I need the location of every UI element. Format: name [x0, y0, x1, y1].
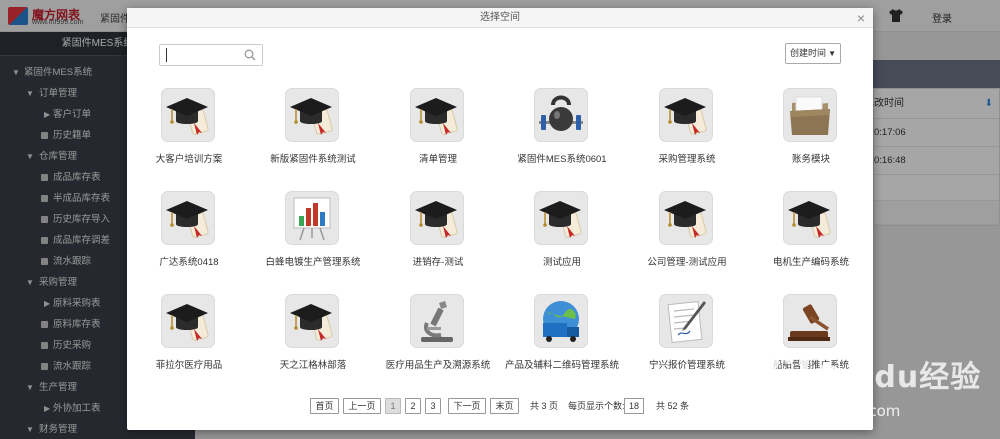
graduation-cap-icon[interactable] — [285, 88, 339, 142]
space-label[interactable]: 宁兴报价管理系统 — [619, 357, 755, 371]
space-label[interactable]: 大客户培训方案 — [121, 151, 257, 165]
per-page-input[interactable]: 18 — [624, 398, 644, 414]
dialog-title: 选择空间 — [480, 12, 520, 23]
search-input[interactable] — [166, 48, 236, 62]
close-icon[interactable]: × — [857, 8, 865, 28]
space-label[interactable]: 医疗用品生产及溯源系统 — [370, 357, 506, 371]
total-items-text: 共 52 条 — [656, 401, 690, 411]
microscope-icon[interactable] — [410, 294, 464, 348]
file-folder-icon[interactable] — [783, 88, 837, 142]
graduation-cap-icon[interactable] — [783, 191, 837, 245]
space-item[interactable]: 采购管理系统 — [625, 88, 749, 178]
space-item[interactable]: 菲拉尔医疗用品 — [127, 294, 251, 384]
space-item[interactable]: 进销存-测试 — [376, 191, 500, 281]
space-item[interactable]: 清单管理 — [376, 88, 500, 178]
first-page-button[interactable]: 首页 — [310, 398, 339, 414]
space-item[interactable]: 新版紧固件系统测试 — [251, 88, 375, 178]
graduation-cap-icon[interactable] — [659, 191, 713, 245]
space-label[interactable]: 账务模块 — [743, 151, 879, 165]
search-box — [159, 44, 263, 66]
page-1-button[interactable]: 1 — [385, 398, 401, 414]
space-label[interactable]: 进销存-测试 — [370, 254, 506, 268]
space-label[interactable]: 菲拉尔医疗用品 — [121, 357, 257, 371]
next-page-button[interactable]: 下一页 — [448, 398, 486, 414]
prev-page-button[interactable]: 上一页 — [343, 398, 381, 414]
space-label[interactable]: 白蜂电镀生产管理系统 — [245, 254, 381, 268]
globe-truck-icon[interactable] — [534, 294, 588, 348]
space-item[interactable]: 白蜂电镀生产管理系统 — [251, 191, 375, 281]
space-item[interactable]: 天之江格林部落 — [251, 294, 375, 384]
presentation-chart-icon[interactable] — [285, 191, 339, 245]
sort-select[interactable]: 创建时间 ▼ — [785, 43, 841, 64]
space-label[interactable]: 新版紧固件系统测试 — [245, 151, 381, 165]
graduation-cap-icon[interactable] — [534, 191, 588, 245]
space-item[interactable]: 产品及辅料二维码管理系统 — [500, 294, 624, 384]
space-label[interactable]: 公司管理-测试应用 — [619, 254, 755, 268]
last-page-button[interactable]: 末页 — [490, 398, 519, 414]
graduation-cap-icon[interactable] — [410, 191, 464, 245]
space-item[interactable]: 紧固件MES系统0601 — [500, 88, 624, 178]
space-item[interactable]: 广达系统0418 — [127, 191, 251, 281]
space-item[interactable]: 船舶营销推广系统 — [749, 294, 873, 384]
space-item[interactable]: 医疗用品生产及溯源系统 — [376, 294, 500, 384]
space-label[interactable]: 采购管理系统 — [619, 151, 755, 165]
document-pen-icon[interactable] — [659, 294, 713, 348]
space-item[interactable]: 测试应用 — [500, 191, 624, 281]
space-label[interactable]: 产品及辅料二维码管理系统 — [494, 357, 630, 371]
caret-down-icon: ▼ — [828, 49, 836, 58]
space-label[interactable]: 广达系统0418 — [121, 254, 257, 268]
space-label[interactable]: 天之江格林部落 — [245, 357, 381, 371]
space-item[interactable]: 宁兴报价管理系统 — [625, 294, 749, 384]
per-page-label: 每页显示个数: — [568, 401, 625, 411]
graduation-cap-icon[interactable] — [161, 191, 215, 245]
graduation-cap-icon[interactable] — [161, 88, 215, 142]
space-label[interactable]: 船舶营销推广系统 — [743, 357, 879, 371]
dialog-header: 选择空间 × — [127, 8, 873, 28]
sort-select-value: 创建时间 — [790, 48, 827, 58]
space-item[interactable]: 账务模块 — [749, 88, 873, 178]
space-item[interactable]: 电机生产编码系统 — [749, 191, 873, 281]
gavel-icon[interactable] — [783, 294, 837, 348]
select-space-dialog: 选择空间 × 创建时间 ▼ 大客户培训方案 新版紧固件系统测试 清单管理 紧固件MES… — [127, 8, 873, 430]
graduation-cap-icon[interactable] — [659, 88, 713, 142]
space-item[interactable]: 公司管理-测试应用 — [625, 191, 749, 281]
space-label[interactable]: 清单管理 — [370, 151, 506, 165]
total-pages-text: 共 3 页 — [530, 401, 559, 411]
page-2-button[interactable]: 2 — [405, 398, 421, 414]
space-label[interactable]: 紧固件MES系统0601 — [494, 151, 630, 165]
graduation-cap-icon[interactable] — [161, 294, 215, 348]
search-icon[interactable] — [244, 49, 256, 61]
space-label[interactable]: 测试应用 — [494, 254, 630, 268]
kettlebell-icon[interactable] — [534, 88, 588, 142]
graduation-cap-icon[interactable] — [410, 88, 464, 142]
space-label[interactable]: 电机生产编码系统 — [743, 254, 879, 268]
page-3-button[interactable]: 3 — [425, 398, 441, 414]
space-item[interactable]: 大客户培训方案 — [127, 88, 251, 178]
graduation-cap-icon[interactable] — [285, 294, 339, 348]
